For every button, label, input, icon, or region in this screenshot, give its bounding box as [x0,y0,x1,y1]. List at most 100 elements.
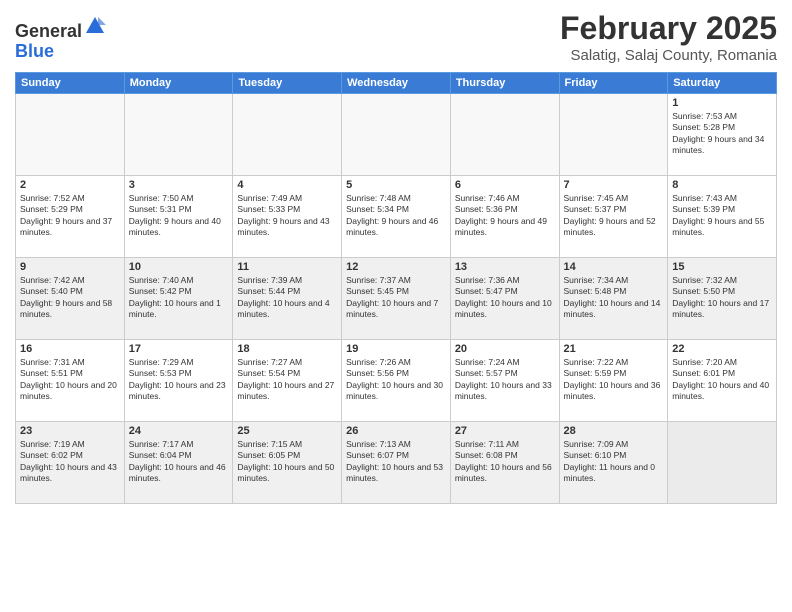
calendar-week-row: 2 Sunrise: 7:52 AM Sunset: 5:29 PM Daylig… [16,176,777,258]
day-number: 5 [346,179,446,191]
weekday-header-row: SundayMondayTuesdayWednesdayThursdayFrid… [16,73,777,94]
day-number: 25 [237,425,337,437]
weekday-header-wednesday: Wednesday [342,73,451,94]
day-info: Sunrise: 7:53 AM Sunset: 5:28 PM Dayligh… [672,111,772,157]
day-info: Sunrise: 7:49 AM Sunset: 5:33 PM Dayligh… [237,193,337,239]
calendar-day: 7 Sunrise: 7:45 AM Sunset: 5:37 PM Daylig… [559,176,668,258]
day-number: 15 [672,261,772,273]
day-info: Sunrise: 7:32 AM Sunset: 5:50 PM Dayligh… [672,275,772,321]
logo-blue-text: Blue [15,41,54,61]
calendar-day [342,94,451,176]
calendar-day: 6 Sunrise: 7:46 AM Sunset: 5:36 PM Daylig… [450,176,559,258]
weekday-header-tuesday: Tuesday [233,73,342,94]
day-info: Sunrise: 7:13 AM Sunset: 6:07 PM Dayligh… [346,439,446,485]
calendar-day: 9Sunrise: 7:42 AM Sunset: 5:40 PM Daylig… [16,258,125,340]
calendar-day [668,422,777,504]
calendar-day [450,94,559,176]
day-info: Sunrise: 7:11 AM Sunset: 6:08 PM Dayligh… [455,439,555,485]
weekday-header-thursday: Thursday [450,73,559,94]
day-info: Sunrise: 7:17 AM Sunset: 6:04 PM Dayligh… [129,439,229,485]
calendar-container: General Blue February 2025 Salatig, Sala… [0,0,792,612]
day-number: 10 [129,261,229,273]
day-number: 6 [455,179,555,191]
day-number: 28 [564,425,664,437]
weekday-header-saturday: Saturday [668,73,777,94]
logo-icon [84,15,106,37]
day-number: 20 [455,343,555,355]
day-number: 13 [455,261,555,273]
calendar-day: 23Sunrise: 7:19 AM Sunset: 6:02 PM Dayli… [16,422,125,504]
day-number: 23 [20,425,120,437]
calendar-day: 3 Sunrise: 7:50 AM Sunset: 5:31 PM Daylig… [124,176,233,258]
calendar-day: 5 Sunrise: 7:48 AM Sunset: 5:34 PM Daylig… [342,176,451,258]
calendar-day: 19 Sunrise: 7:26 AM Sunset: 5:56 PM Dayli… [342,340,451,422]
calendar-day [16,94,125,176]
day-number: 1 [672,97,772,109]
day-number: 9 [20,261,120,273]
day-number: 22 [672,343,772,355]
day-info: Sunrise: 7:45 AM Sunset: 5:37 PM Dayligh… [564,193,664,239]
calendar-week-row: 16 Sunrise: 7:31 AM Sunset: 5:51 PM Dayli… [16,340,777,422]
calendar-day [559,94,668,176]
day-number: 27 [455,425,555,437]
day-number: 2 [20,179,120,191]
calendar-day: 1 Sunrise: 7:53 AM Sunset: 5:28 PM Daylig… [668,94,777,176]
day-number: 8 [672,179,772,191]
calendar-day: 20 Sunrise: 7:24 AM Sunset: 5:57 PM Dayli… [450,340,559,422]
calendar-day: 2 Sunrise: 7:52 AM Sunset: 5:29 PM Daylig… [16,176,125,258]
day-number: 12 [346,261,446,273]
day-info: Sunrise: 7:24 AM Sunset: 5:57 PM Dayligh… [455,357,555,403]
logo-general-text: General [15,21,82,41]
day-info: Sunrise: 7:26 AM Sunset: 5:56 PM Dayligh… [346,357,446,403]
calendar-day: 11 Sunrise: 7:39 AM Sunset: 5:44 PM Dayli… [233,258,342,340]
day-number: 7 [564,179,664,191]
calendar-day: 16 Sunrise: 7:31 AM Sunset: 5:51 PM Dayli… [16,340,125,422]
calendar-day [124,94,233,176]
day-info: Sunrise: 7:29 AM Sunset: 5:53 PM Dayligh… [129,357,229,403]
title-area: February 2025 Salatig, Salaj County, Rom… [560,10,777,64]
calendar-day: 15 Sunrise: 7:32 AM Sunset: 5:50 PM Dayli… [668,258,777,340]
calendar-day [233,94,342,176]
day-info: Sunrise: 7:20 AM Sunset: 6:01 PM Dayligh… [672,357,772,403]
day-number: 21 [564,343,664,355]
calendar-table: SundayMondayTuesdayWednesdayThursdayFrid… [15,72,777,504]
day-info: Sunrise: 7:34 AM Sunset: 5:48 PM Dayligh… [564,275,664,321]
calendar-day: 13Sunrise: 7:36 AM Sunset: 5:47 PM Dayli… [450,258,559,340]
calendar-day: 17 Sunrise: 7:29 AM Sunset: 5:53 PM Dayli… [124,340,233,422]
day-info: Sunrise: 7:46 AM Sunset: 5:36 PM Dayligh… [455,193,555,239]
calendar-day: 24 Sunrise: 7:17 AM Sunset: 6:04 PM Dayli… [124,422,233,504]
day-info: Sunrise: 7:39 AM Sunset: 5:44 PM Dayligh… [237,275,337,321]
day-number: 3 [129,179,229,191]
day-number: 18 [237,343,337,355]
day-info: Sunrise: 7:15 AM Sunset: 6:05 PM Dayligh… [237,439,337,485]
logo: General Blue [15,15,106,62]
day-info: Sunrise: 7:52 AM Sunset: 5:29 PM Dayligh… [20,193,120,239]
day-number: 16 [20,343,120,355]
calendar-day: 10 Sunrise: 7:40 AM Sunset: 5:42 PM Dayli… [124,258,233,340]
calendar-day: 21 Sunrise: 7:22 AM Sunset: 5:59 PM Dayli… [559,340,668,422]
location-title: Salatig, Salaj County, Romania [560,47,777,64]
day-info: Sunrise: 7:50 AM Sunset: 5:31 PM Dayligh… [129,193,229,239]
day-number: 14 [564,261,664,273]
day-number: 19 [346,343,446,355]
calendar-day: 18 Sunrise: 7:27 AM Sunset: 5:54 PM Dayli… [233,340,342,422]
day-number: 4 [237,179,337,191]
day-info: Sunrise: 7:48 AM Sunset: 5:34 PM Dayligh… [346,193,446,239]
header: General Blue February 2025 Salatig, Sala… [15,10,777,64]
day-info: Sunrise: 7:37 AM Sunset: 5:45 PM Dayligh… [346,275,446,321]
calendar-day: 22 Sunrise: 7:20 AM Sunset: 6:01 PM Dayli… [668,340,777,422]
day-info: Sunrise: 7:31 AM Sunset: 5:51 PM Dayligh… [20,357,120,403]
day-info: Sunrise: 7:22 AM Sunset: 5:59 PM Dayligh… [564,357,664,403]
month-title: February 2025 [560,10,777,47]
calendar-day: 12 Sunrise: 7:37 AM Sunset: 5:45 PM Dayli… [342,258,451,340]
weekday-header-sunday: Sunday [16,73,125,94]
weekday-header-monday: Monday [124,73,233,94]
day-number: 24 [129,425,229,437]
day-info: Sunrise: 7:09 AM Sunset: 6:10 PM Dayligh… [564,439,664,485]
day-number: 11 [237,261,337,273]
day-info: Sunrise: 7:43 AM Sunset: 5:39 PM Dayligh… [672,193,772,239]
day-info: Sunrise: 7:27 AM Sunset: 5:54 PM Dayligh… [237,357,337,403]
day-info: Sunrise: 7:40 AM Sunset: 5:42 PM Dayligh… [129,275,229,321]
calendar-day: 27 Sunrise: 7:11 AM Sunset: 6:08 PM Dayli… [450,422,559,504]
day-number: 17 [129,343,229,355]
